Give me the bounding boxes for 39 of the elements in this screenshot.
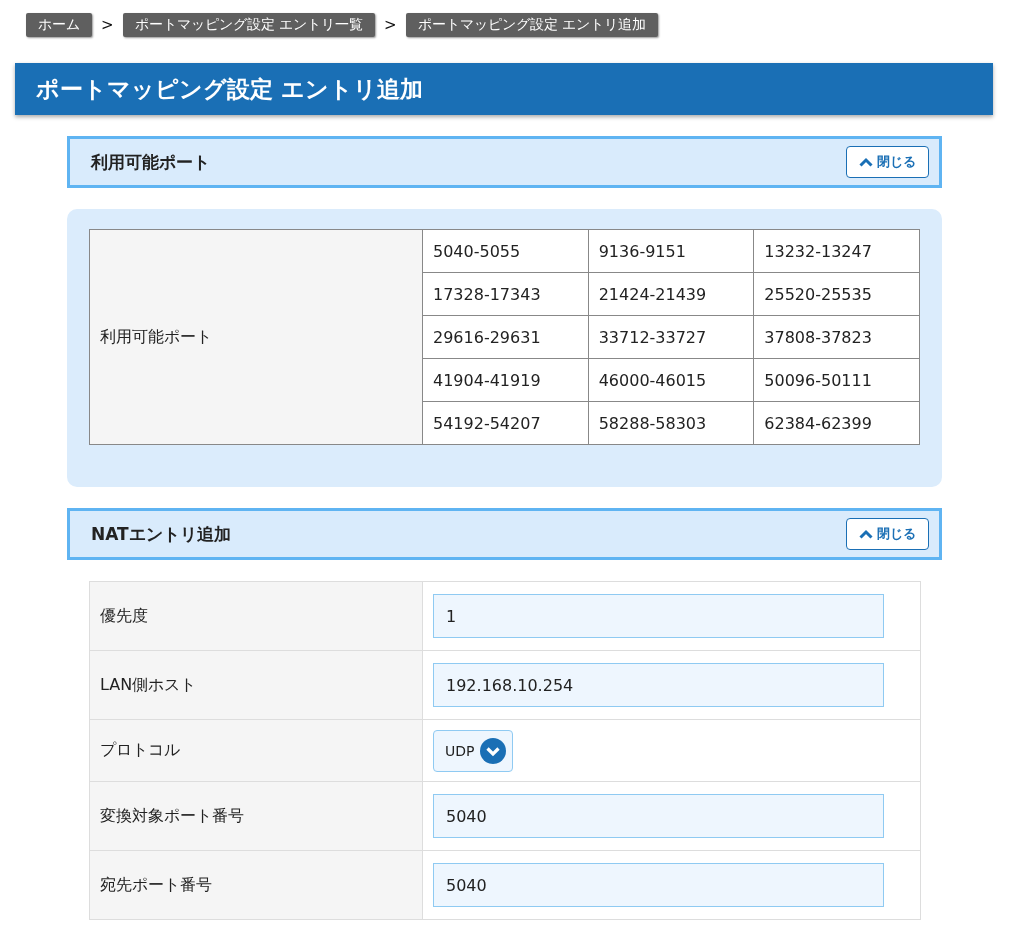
chevron-up-icon: [859, 529, 873, 539]
table-cell: 54192-54207: [422, 401, 589, 445]
input-field[interactable]: 192.168.10.254: [433, 663, 884, 707]
table-cell: 41904-41919: [422, 358, 589, 402]
chevron-up-icon: [859, 157, 873, 167]
table-cell: 29616-29631: [422, 315, 589, 359]
input-field[interactable]: 1: [433, 594, 884, 638]
table-cell: 46000-46015: [588, 358, 754, 402]
section-title: NATエントリ追加: [91, 522, 231, 546]
table-cell: 5040-5055: [422, 229, 589, 273]
protocol-select[interactable]: UDP: [433, 729, 514, 772]
table-cell: 25520-25535: [753, 272, 920, 316]
field-label: 宛先ポート番号: [89, 850, 423, 920]
table-cell: 37808-37823: [753, 315, 920, 359]
table-cell: 58288-58303: [588, 401, 754, 445]
breadcrumb-link[interactable]: ポートマッピング設定 エントリ追加: [405, 13, 659, 37]
close-button[interactable]: 閉じる: [846, 518, 929, 550]
table-cell: 62384-62399: [753, 401, 920, 445]
breadcrumb-separator: >: [384, 16, 397, 34]
table-cell: 17328-17343: [422, 272, 589, 316]
input-field[interactable]: 5040: [433, 863, 884, 907]
breadcrumb-separator: >: [101, 16, 114, 34]
field-label: プロトコル: [89, 719, 423, 782]
field-label: 優先度: [89, 581, 423, 651]
table-cell: 21424-21439: [588, 272, 754, 316]
input-field[interactable]: 5040: [433, 794, 884, 838]
breadcrumb-link[interactable]: ホーム: [26, 13, 92, 37]
chevron-down-icon: [480, 737, 507, 764]
table-cell: 13232-13247: [753, 229, 920, 273]
breadcrumb-link[interactable]: ポートマッピング設定 エントリ一覧: [122, 13, 376, 37]
close-button[interactable]: 閉じる: [846, 146, 929, 178]
page-title: ポートマッピング設定 エントリ追加: [15, 63, 993, 115]
table-cell: 50096-50111: [753, 358, 920, 402]
field-label: LAN側ホスト: [89, 650, 423, 720]
field-label: 変換対象ポート番号: [89, 781, 423, 851]
table-cell: 9136-9151: [588, 229, 754, 273]
table-header-cell: 利用可能ポート: [89, 229, 423, 445]
section-title: 利用可能ポート: [91, 150, 210, 174]
table-cell: 33712-33727: [588, 315, 754, 359]
